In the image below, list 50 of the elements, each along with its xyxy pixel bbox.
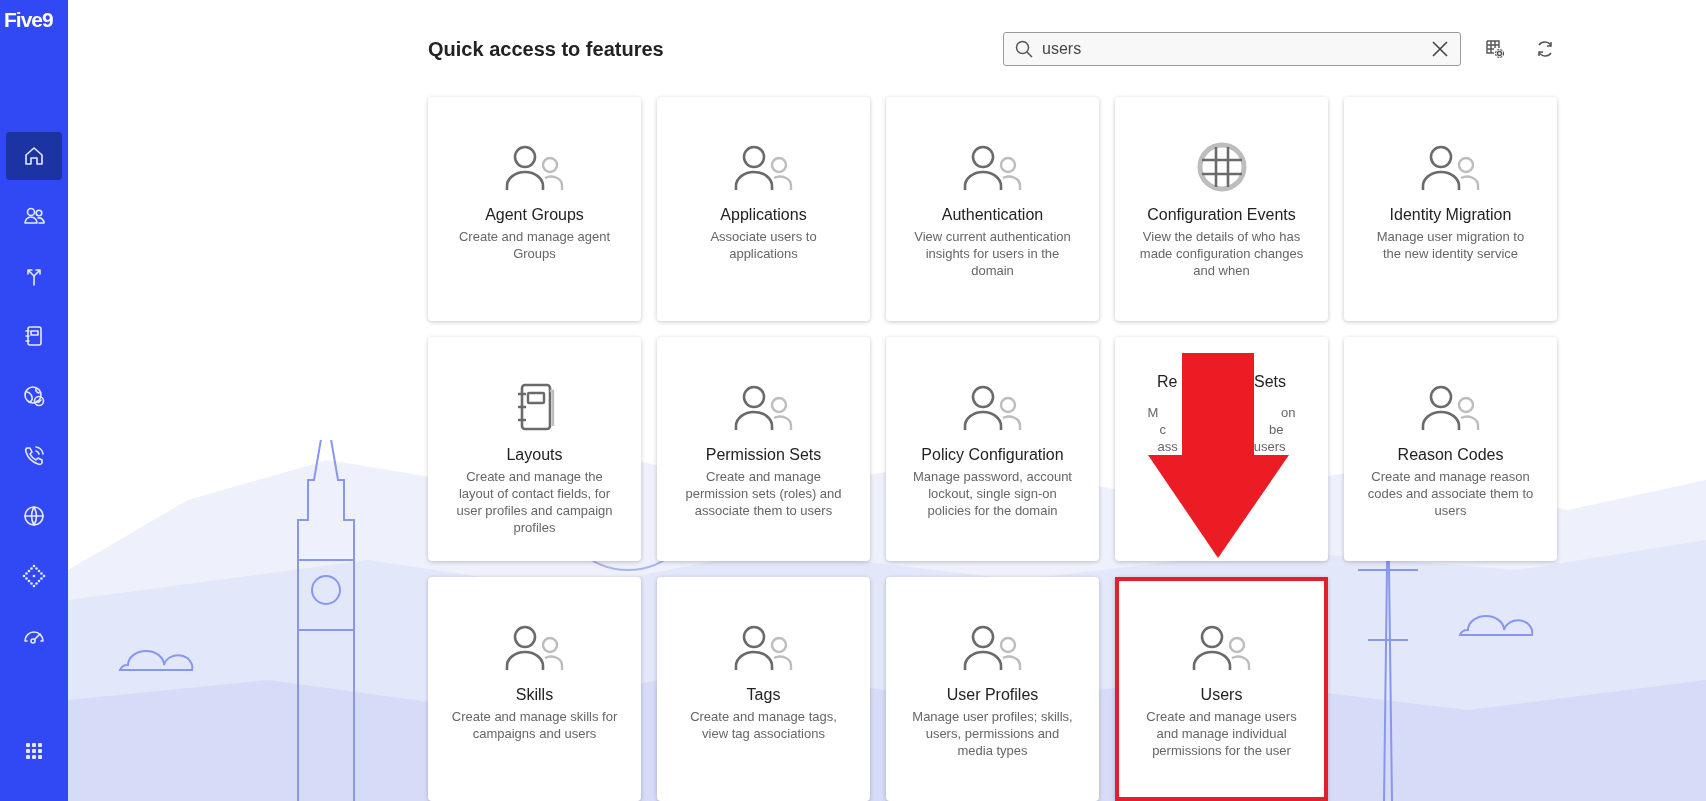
card-title: User Profiles <box>946 686 1039 704</box>
card-description: Associate users to applications <box>709 228 818 262</box>
card-title: Permission Sets <box>705 446 822 464</box>
card-title: Identity Migration <box>1389 206 1512 224</box>
feature-card[interactable]: Permission Sets Create and manage permission sets (roles) and associate them to users <box>657 337 870 561</box>
feature-card[interactable]: Tags Create and manage tags, view tag associations <box>657 577 870 801</box>
feature-card[interactable]: Users Create and manage users and manage individual permissions for the user <box>1115 577 1328 801</box>
feature-card[interactable]: Layouts Create and manage the layout of contact fields, for user profiles and campaign profiles <box>428 337 641 561</box>
feature-card[interactable]: Configuration Events View the details of who has made configuration changes and when <box>1115 97 1328 321</box>
card-description: ass <box>1157 438 1178 455</box>
card-description: M <box>1147 404 1159 421</box>
card-description: Create and manage agent Groups <box>457 228 612 262</box>
card-title: Sets <box>1254 373 1286 391</box>
feature-card[interactable]: User Profiles Manage user profiles; skills, users, permissions and media types <box>886 577 1099 801</box>
card-title: Re <box>1157 373 1178 391</box>
card-description: c <box>1159 421 1166 438</box>
card-title: Skills <box>515 686 554 704</box>
feature-card[interactable]: Applications Associate users to applications <box>657 97 870 321</box>
card-description: Create and manage users and manage individual permissions for the user <box>1145 708 1298 759</box>
card-description: be <box>1269 421 1284 438</box>
card-title: Reason Codes <box>1397 446 1504 464</box>
feature-card[interactable]: Policy Configuration Manage password, account lockout, single sign-on policies for the domain <box>886 337 1099 561</box>
card-description: Create and manage the layout of contact fields, for user profiles and campaign profiles <box>455 468 614 536</box>
card-description: Create and manage skills for campaigns and users <box>450 708 619 742</box>
card-description: Create and manage tags, view tag associations <box>689 708 838 742</box>
card-description: Create and manage reason codes and associate them to users <box>1366 468 1535 519</box>
feature-card[interactable]: Skills Create and manage skills for campaigns and users <box>428 577 641 801</box>
card-title: Layouts <box>506 446 563 464</box>
card-description: on <box>1281 404 1296 421</box>
logo: Five9 <box>4 8 53 32</box>
feature-card[interactable]: Reason Codes Create and manage reason codes and associate them to users <box>1344 337 1557 561</box>
card-description: View the details of who has made configuration changes and when <box>1138 228 1305 279</box>
feature-card[interactable]: Authentication View current authentication insights for users in the domain <box>886 97 1099 321</box>
card-title: Agent Groups <box>485 206 584 224</box>
page-title: Quick access to features <box>428 37 665 61</box>
card-description: Manage password, account lockout, single sign-on policies for the domain <box>912 468 1073 519</box>
card-title: Configuration Events <box>1147 206 1296 224</box>
feature-card[interactable]: Identity Migration Manage user migration to the new identity service <box>1344 97 1557 321</box>
card-description: users <box>1253 438 1286 455</box>
search-field[interactable]: users <box>1003 32 1461 66</box>
card-title: Users <box>1200 686 1243 704</box>
card-description: Manage user profiles; skills, users, permissions and media types <box>911 708 1074 759</box>
card-title: Authentication <box>941 206 1044 224</box>
card-title: Policy Configuration <box>921 446 1064 464</box>
card-description: Manage user migration to the new identity service <box>1375 228 1526 262</box>
feature-card[interactable]: Agent Groups Create and manage agent Groups <box>428 97 641 321</box>
card-title: Tags <box>746 686 781 704</box>
card-description: Create and manage permission sets (roles) and associate them to users <box>684 468 843 519</box>
card-title: Applications <box>720 206 807 224</box>
card-description: View current authentication insights for users in the domain <box>913 228 1072 279</box>
